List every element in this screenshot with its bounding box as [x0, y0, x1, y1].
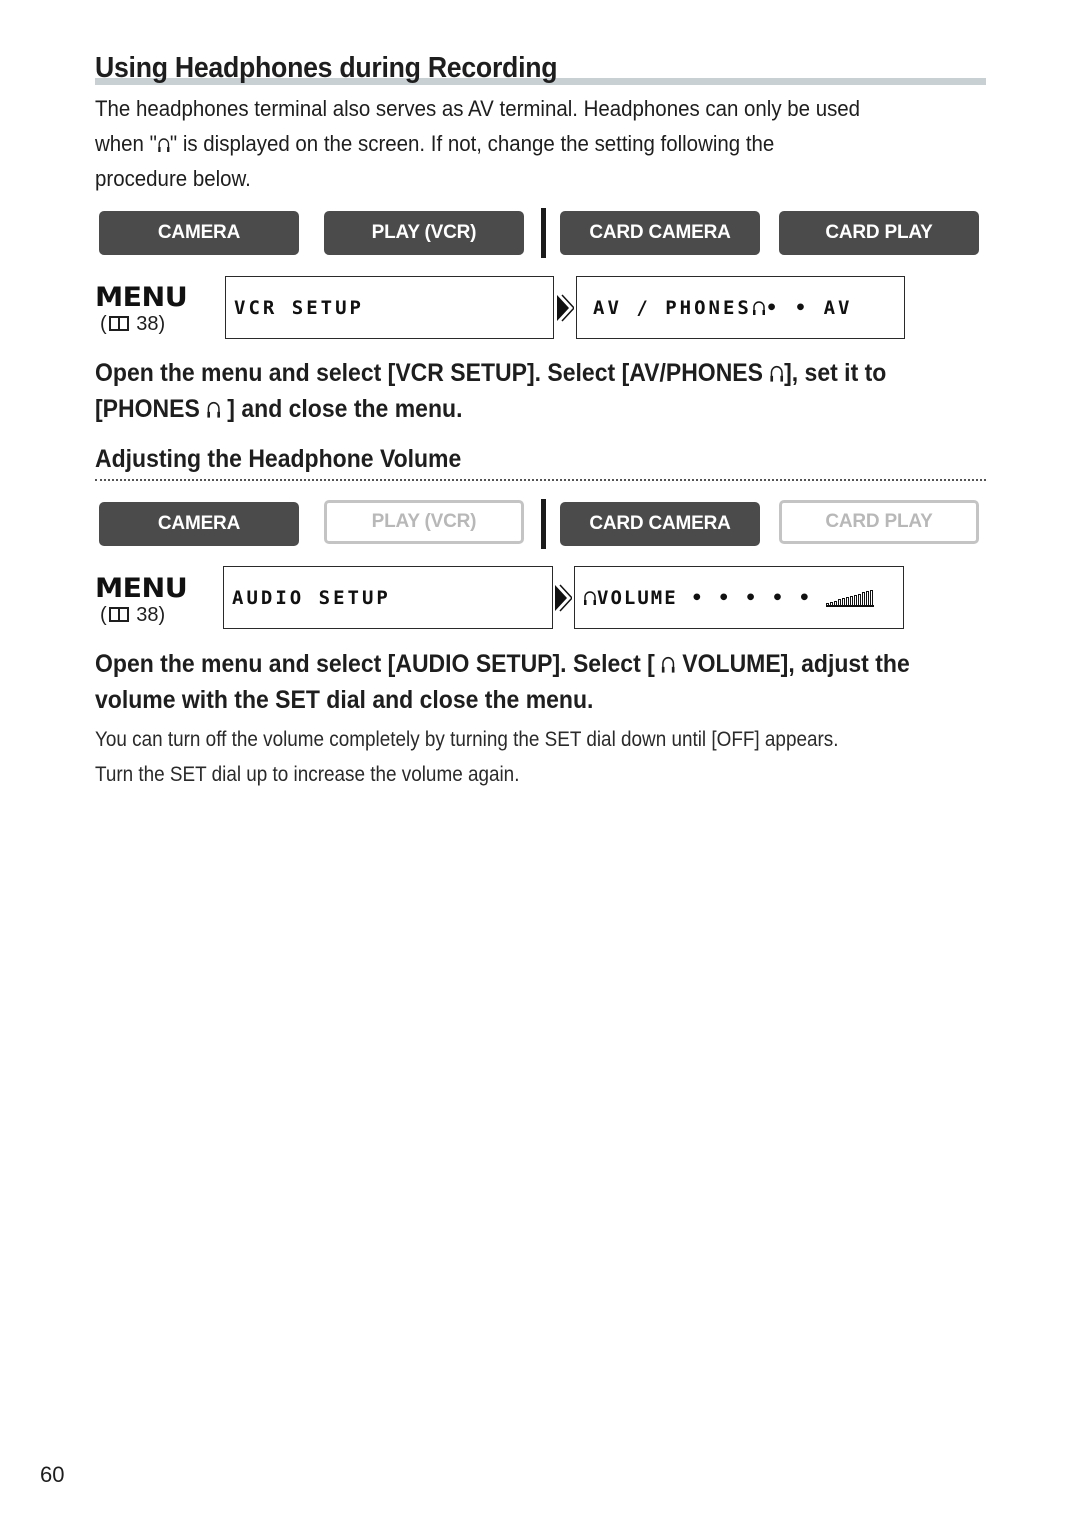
- volume-bar: [870, 589, 874, 605]
- mode-card-camera: CARD CAMERA: [560, 502, 760, 546]
- title-block: Using Headphones during Recording: [95, 52, 986, 92]
- volume-bar: [854, 594, 858, 605]
- volume-bar: [862, 591, 866, 605]
- volume-bar: [858, 593, 862, 605]
- double-arrow-icon: [557, 294, 574, 322]
- lcd-menu-vcr-setup: VCR SETUP: [225, 276, 554, 339]
- intro-line-2-end: " is displayed on the screen. If not, ch…: [169, 131, 775, 156]
- volume-bar: [842, 597, 846, 605]
- book-icon: [108, 316, 129, 331]
- volume-bar: [846, 596, 850, 605]
- lcd-av-phones-setting: AV / PHONES • • AV: [576, 276, 905, 339]
- mode-play-vcr: PLAY (VCR): [324, 211, 524, 255]
- lcd-volume-setting: VOLUME • • • • •: [574, 566, 904, 629]
- intro-line-2: when " " is displayed on the screen. If n…: [95, 126, 774, 161]
- volume-bar: [830, 601, 834, 605]
- mode-card-camera: CARD CAMERA: [560, 211, 760, 255]
- mode-separator: [541, 208, 546, 258]
- mode-availability-row-2: CAMERA PLAY (VCR) CARD CAMERA CARD PLAY: [99, 499, 981, 549]
- intro-line-2-start: when ": [95, 131, 157, 156]
- mode-card-play-unavailable: CARD PLAY: [779, 500, 979, 544]
- mode-card-play: CARD PLAY: [779, 211, 979, 255]
- headphones-icon: [206, 393, 221, 418]
- book-icon: [108, 607, 129, 622]
- menu-label: MENU: [95, 573, 188, 604]
- section-heading: Adjusting the Headphone Volume: [95, 445, 462, 473]
- volume-bar: [834, 600, 838, 605]
- mode-play-vcr-unavailable: PLAY (VCR): [324, 500, 524, 544]
- page-title: Using Headphones during Recording: [95, 52, 558, 84]
- instruction-1-line-2: [PHONES ] and close the menu.: [95, 393, 463, 423]
- headphones-icon: [752, 299, 766, 316]
- dotted-divider: [95, 479, 986, 481]
- intro-line-1: The headphones terminal also serves as A…: [95, 96, 861, 121]
- note-line-2: Turn the SET dial up to increase the vol…: [95, 763, 520, 786]
- mode-availability-row-1: CAMERA PLAY (VCR) CARD CAMERA CARD PLAY: [99, 208, 981, 258]
- mode-camera: CAMERA: [99, 502, 299, 546]
- headphones-icon: [583, 589, 597, 606]
- instruction-2-line-2: volume with the SET dial and close the m…: [95, 686, 594, 714]
- headphones-icon: [157, 128, 170, 152]
- volume-bar: [838, 598, 842, 605]
- volume-bar: [826, 602, 830, 605]
- menu-page-ref: ( 38): [100, 313, 166, 335]
- volume-bar: [866, 590, 870, 605]
- instruction-2-line-1: Open the menu and select [AUDIO SETUP]. …: [95, 648, 910, 678]
- page-number: 60: [40, 1462, 65, 1487]
- menu-label: MENU: [95, 282, 188, 313]
- mode-separator: [541, 499, 546, 549]
- headphones-icon: [769, 357, 784, 382]
- volume-level-indicator: [826, 589, 875, 607]
- instruction-1-line-1: Open the menu and select [VCR SETUP]. Se…: [95, 357, 887, 387]
- note-line-1: You can turn off the volume completely b…: [95, 728, 839, 751]
- double-arrow-icon: [555, 584, 572, 612]
- volume-bar: [850, 595, 854, 605]
- intro-line-3: procedure below.: [95, 166, 251, 191]
- menu-page-ref: ( 38): [100, 604, 166, 626]
- lcd-menu-audio-setup: AUDIO SETUP: [223, 566, 553, 629]
- headphones-icon: [661, 648, 676, 673]
- mode-camera: CAMERA: [99, 211, 299, 255]
